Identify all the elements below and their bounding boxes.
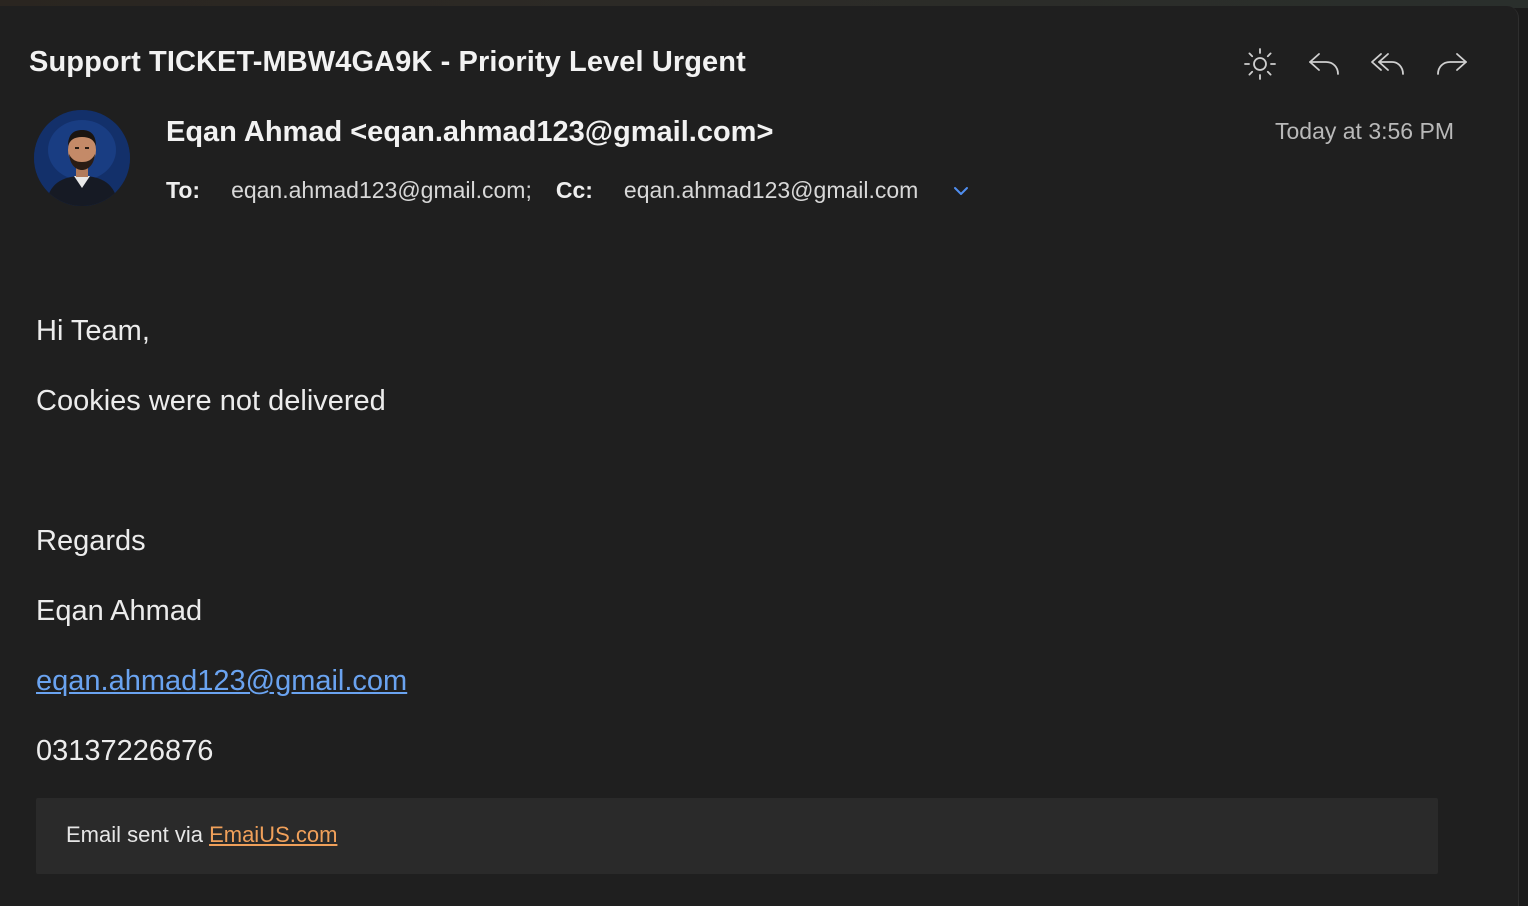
chevron-down-icon xyxy=(954,186,969,195)
body-signoff: Regards xyxy=(36,525,146,557)
to-label: To: xyxy=(166,177,201,203)
cc-label: Cc: xyxy=(555,177,593,203)
email-viewer: Support TICKET-MBW4GA9K - Priority Level… xyxy=(0,6,1519,906)
email-body: Hi Team, Cookies were not delivered Rega… xyxy=(36,311,407,801)
to-address[interactable]: eqan.ahmad123@gmail.com; xyxy=(231,177,532,204)
footer-prefix: Email sent via xyxy=(66,822,210,847)
brightness-icon xyxy=(1244,48,1276,80)
cc-address[interactable]: eqan.ahmad123@gmail.com xyxy=(624,177,918,204)
reply-all-icon xyxy=(1371,53,1404,75)
forward-icon xyxy=(1437,53,1467,75)
body-content: Cookies were not delivered xyxy=(36,385,386,417)
email-subject: Support TICKET-MBW4GA9K - Priority Level… xyxy=(29,46,746,78)
signature-name: Eqan Ahmad xyxy=(36,595,203,627)
expand-recipients-button[interactable] xyxy=(950,180,972,202)
email-date: Today at 3:56 PM xyxy=(1275,118,1454,144)
recipients-row: To: eqan.ahmad123@gmail.com; Cc: eqan.ah… xyxy=(166,177,972,204)
reply-all-button[interactable] xyxy=(1368,44,1408,84)
signature-email-link[interactable]: eqan.ahmad123@gmail.com xyxy=(36,665,407,697)
reply-button[interactable] xyxy=(1304,44,1344,84)
footer-text: Email sent via EmaiUS.com xyxy=(66,822,337,848)
sender-avatar[interactable] xyxy=(34,110,130,206)
appearance-button[interactable] xyxy=(1240,44,1280,84)
email-toolbar xyxy=(1240,44,1472,84)
reply-icon xyxy=(1309,53,1339,75)
signature-phone: 03137226876 xyxy=(36,735,214,767)
sender-name[interactable]: Eqan Ahmad <eqan.ahmad123@gmail.com> xyxy=(166,116,773,149)
person-photo-icon xyxy=(34,110,130,206)
signature-email-row: eqan.ahmad123@gmail.com xyxy=(36,661,407,731)
body-spacer xyxy=(36,451,407,521)
email-footer: Email sent via EmaiUS.com xyxy=(36,798,1438,874)
body-greeting: Hi Team, xyxy=(36,315,150,347)
forward-button[interactable] xyxy=(1432,44,1472,84)
footer-link[interactable]: EmaiUS.com xyxy=(209,822,337,847)
